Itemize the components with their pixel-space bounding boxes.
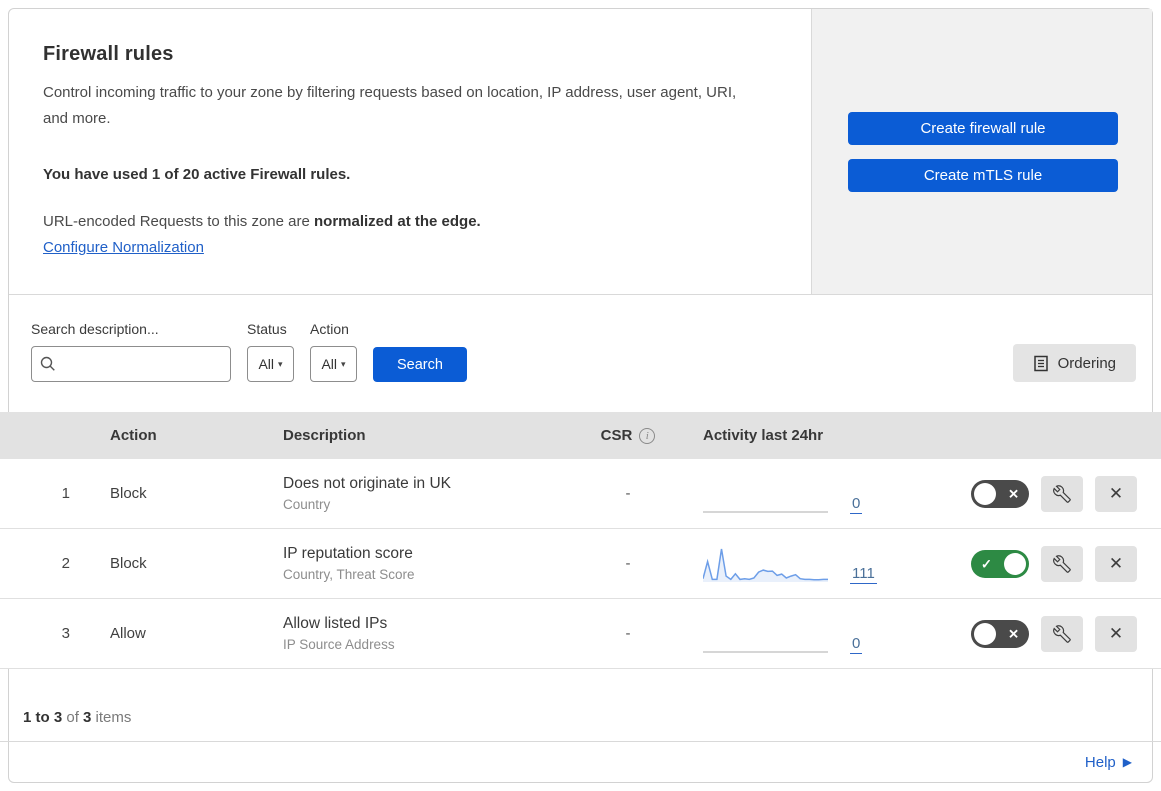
document-list-icon [1033,355,1048,371]
rule-enabled-toggle[interactable]: ✓ ✕ [971,549,1029,578]
activity-count-link[interactable]: 0 [850,496,863,514]
rule-fields: Country [283,497,331,512]
delete-rule-button[interactable]: ✕ [1095,475,1137,512]
action-label: Action [310,321,349,337]
right-arrow-icon: ▶ [1122,755,1132,769]
rule-action: Block [110,485,147,502]
chevron-down-icon: ▾ [278,358,283,369]
activity-sparkline [703,548,828,582]
rule-description: Allow listed IPs [283,615,388,632]
table-row: 2 Block IP reputation score Country, Thr… [0,529,1161,599]
configure-normalization-link[interactable]: Configure Normalization [43,239,204,256]
x-icon: ✕ [1008,626,1019,641]
rule-priority: 1 [61,485,70,502]
search-input[interactable] [31,346,231,382]
edit-rule-button[interactable] [1041,615,1083,652]
delete-rule-button[interactable]: ✕ [1095,615,1137,652]
x-icon: ✕ [1008,486,1019,501]
create-firewall-rule-button[interactable]: Create firewall rule [848,112,1118,145]
wrench-icon [1053,624,1071,643]
help-link[interactable]: Help ▶ [1085,754,1132,771]
column-action: Action [110,427,157,444]
usage-summary: You have used 1 of 20 active Firewall ru… [43,166,351,183]
rule-action: Block [110,555,147,572]
chevron-down-icon: ▾ [341,358,346,369]
filter-bar: Search description... Status All ▾ Actio… [9,295,1152,412]
rule-description: IP reputation score [283,545,413,562]
delete-rule-button[interactable]: ✕ [1095,545,1137,582]
rule-fields: Country, Threat Score [283,567,415,582]
rule-csr-value: - [625,485,631,502]
edit-rule-button[interactable] [1041,475,1083,512]
page-header: Firewall rules Control incoming traffic … [9,9,1152,295]
pagination-summary: 1 to 3 of 3 items [23,709,132,726]
rule-priority: 3 [61,625,70,642]
table-row: 3 Allow Allow listed IPs IP Source Addre… [0,599,1161,669]
rules-table: Action Description CSR i Activity last 2… [0,412,1161,669]
page-description: Control incoming traffic to your zone by… [43,84,737,127]
create-mtls-rule-button[interactable]: Create mTLS rule [848,159,1118,192]
activity-sparkline [703,511,828,513]
column-description: Description [283,427,366,444]
column-csr: CSR i [563,427,693,444]
toggle-knob [974,622,996,645]
normalization-note: URL-encoded Requests to this zone are no… [43,213,481,230]
x-icon: ✕ [1108,483,1124,503]
page-title: Firewall rules [43,43,174,65]
firewall-rules-card: Firewall rules Control incoming traffic … [0,8,1161,783]
wrench-icon [1053,484,1071,503]
wrench-icon [1053,554,1071,573]
table-header: Action Description CSR i Activity last 2… [0,412,1161,459]
toggle-knob [974,482,996,505]
search-icon [40,356,55,371]
intro-text: Firewall rules Control incoming traffic … [9,9,811,294]
table-row: 1 Block Does not originate in UK Country… [0,459,1161,529]
rule-csr-value: - [625,625,631,642]
search-label: Search description... [31,321,159,337]
rule-csr-value: - [625,555,631,572]
status-label: Status [247,321,287,337]
check-icon: ✓ [981,556,992,571]
rule-description: Does not originate in UK [283,475,452,492]
toggle-knob [1004,552,1026,575]
actions-side-panel: Create firewall rule Create mTLS rule [811,9,1152,294]
edit-rule-button[interactable] [1041,545,1083,582]
ordering-button[interactable]: Ordering [1012,344,1136,382]
rule-enabled-toggle[interactable]: ✓ ✕ [971,619,1029,648]
rule-priority: 2 [61,555,70,572]
activity-sparkline [703,651,828,653]
x-icon: ✕ [1108,553,1124,573]
activity-count-link[interactable]: 0 [850,636,863,654]
action-select[interactable]: All ▾ [310,346,357,382]
rule-action: Allow [110,625,146,642]
x-icon: ✕ [1108,623,1124,643]
column-activity: Activity last 24hr [703,427,824,444]
activity-count-link[interactable]: 111 [850,566,877,584]
search-button[interactable]: Search [373,347,467,382]
rule-enabled-toggle[interactable]: ✓ ✕ [971,479,1029,508]
status-select[interactable]: All ▾ [247,346,294,382]
rule-fields: IP Source Address [283,637,395,652]
info-icon[interactable]: i [639,427,656,444]
